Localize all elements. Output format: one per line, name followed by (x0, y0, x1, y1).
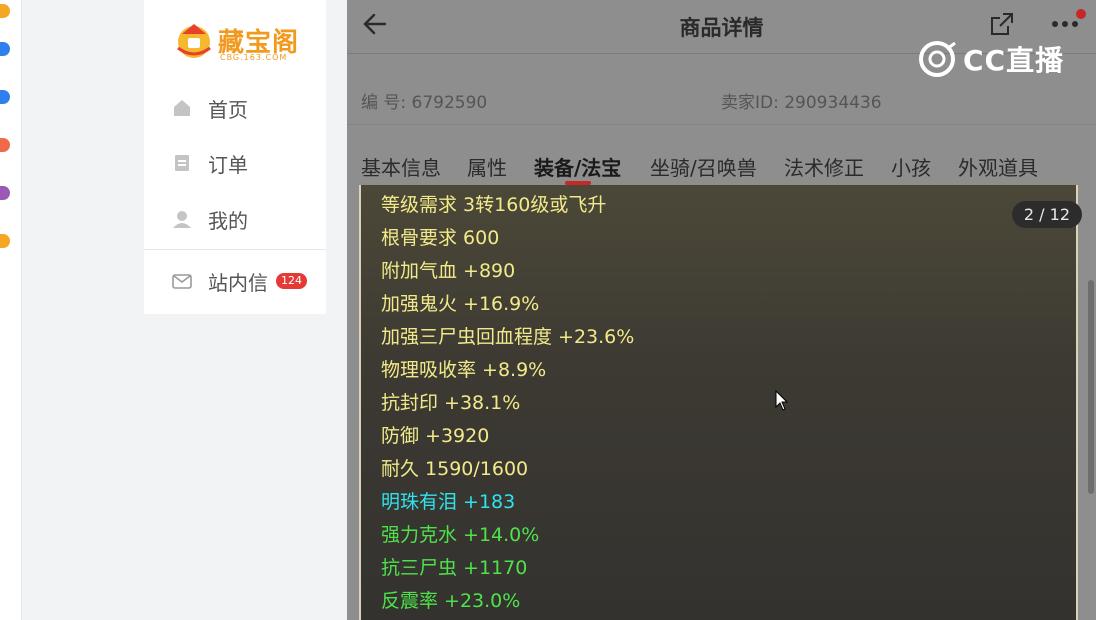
nav-label-messages: 站内信 (208, 270, 268, 295)
attribute-line: 强力克水 +14.0% (381, 524, 540, 546)
home-icon (174, 100, 190, 116)
nav-item-messages[interactable]: 站内信 124 (172, 266, 307, 296)
tab-mounts-summons[interactable]: 坐骑/召唤兽 (650, 152, 757, 181)
detail-tabs: 基本信息 属性 装备/法宝 坐骑/召唤兽 法术修正 小孩 外观道具 (347, 148, 1096, 185)
attribute-line: 附加气血 +890 (381, 260, 516, 282)
mail-icon (172, 274, 192, 289)
nav-item-mine[interactable]: 我的 (172, 204, 248, 234)
attribute-line: 物理吸收率 +8.9% (381, 359, 547, 381)
scrollbar-thumb[interactable] (1088, 280, 1094, 494)
extension-icon-5[interactable] (0, 186, 10, 200)
serial-number: 编 号: 6792590 (361, 93, 488, 113)
tab-attributes[interactable]: 属性 (467, 152, 507, 181)
logo-subtext: CBG.163.COM (220, 53, 288, 62)
tab-spell-correction[interactable]: 法术修正 (784, 152, 864, 181)
info-divider (347, 124, 1096, 125)
cbg-logo[interactable]: 藏宝阁 CBG.163.COM (172, 14, 302, 64)
seller-id: 卖家ID: 290934436 (721, 93, 882, 113)
extension-icon-4[interactable] (0, 138, 10, 152)
tab-child[interactable]: 小孩 (891, 152, 931, 181)
more-options-icon[interactable] (1047, 8, 1087, 38)
attribute-line: 抗三尸虫 +1170 (381, 557, 528, 579)
extension-icon-1[interactable] (0, 4, 10, 18)
nav-item-home[interactable]: 首页 (172, 93, 248, 123)
cc-live-watermark: CC直播 (917, 38, 1087, 80)
image-pager: 2 / 12 (1011, 201, 1082, 228)
tab-equipment[interactable]: 装备/法宝 (534, 152, 621, 181)
attribute-line: 加强鬼火 +16.9% (381, 293, 540, 315)
order-icon (175, 155, 189, 171)
attribute-line: 防御 +3920 (381, 425, 490, 447)
attribute-line: 抗封印 +38.1% (381, 392, 521, 414)
user-icon (173, 211, 191, 228)
nav-label-orders: 订单 (208, 152, 248, 177)
treasure-box-icon (177, 24, 211, 58)
equipment-detail-panel: 2 / 12 等级需求 3转160级或飞升 根骨要求 600 附加气血 +890 加强… (359, 185, 1082, 620)
nav-divider (144, 249, 326, 250)
main-panel: 商品详情 CC直播 编 号: 6792590 卖家ID: 290934436 基… (347, 0, 1096, 620)
cc-logo-icon (919, 41, 956, 77)
tab-appearance-items[interactable]: 外观道具 (958, 152, 1038, 181)
attribute-line: 加强三尸虫回血程度 +23.6% (381, 326, 635, 348)
attribute-line: 反震率 +23.0% (381, 590, 521, 612)
share-icon[interactable] (989, 11, 1015, 37)
tab-basic-info[interactable]: 基本信息 (361, 152, 441, 181)
extension-icon-2[interactable] (0, 42, 10, 56)
attribute-line: 耐久 1590/1600 (381, 458, 529, 480)
app-root: 藏宝阁 CBG.163.COM 首页 订单 我的 站内信 124 商品详情 CC… (0, 0, 1096, 620)
attribute-line: 根骨要求 600 (381, 227, 500, 249)
cc-live-text: CC直播 (963, 44, 1065, 77)
nav-label-home: 首页 (208, 97, 248, 122)
extension-icon-3[interactable] (0, 90, 10, 104)
nav-item-orders[interactable]: 订单 (172, 148, 248, 178)
mouse-cursor-icon (775, 390, 789, 411)
unread-count-badge: 124 (276, 273, 307, 289)
attribute-line: 等级需求 3转160级或飞升 (381, 194, 607, 216)
attribute-line: 明珠有泪 +183 (381, 491, 516, 513)
left-extension-strip (0, 0, 22, 620)
extension-icon-6[interactable] (0, 234, 10, 248)
nav-label-mine: 我的 (208, 208, 248, 233)
sidebar: 藏宝阁 CBG.163.COM 首页 订单 我的 站内信 124 (144, 0, 326, 314)
